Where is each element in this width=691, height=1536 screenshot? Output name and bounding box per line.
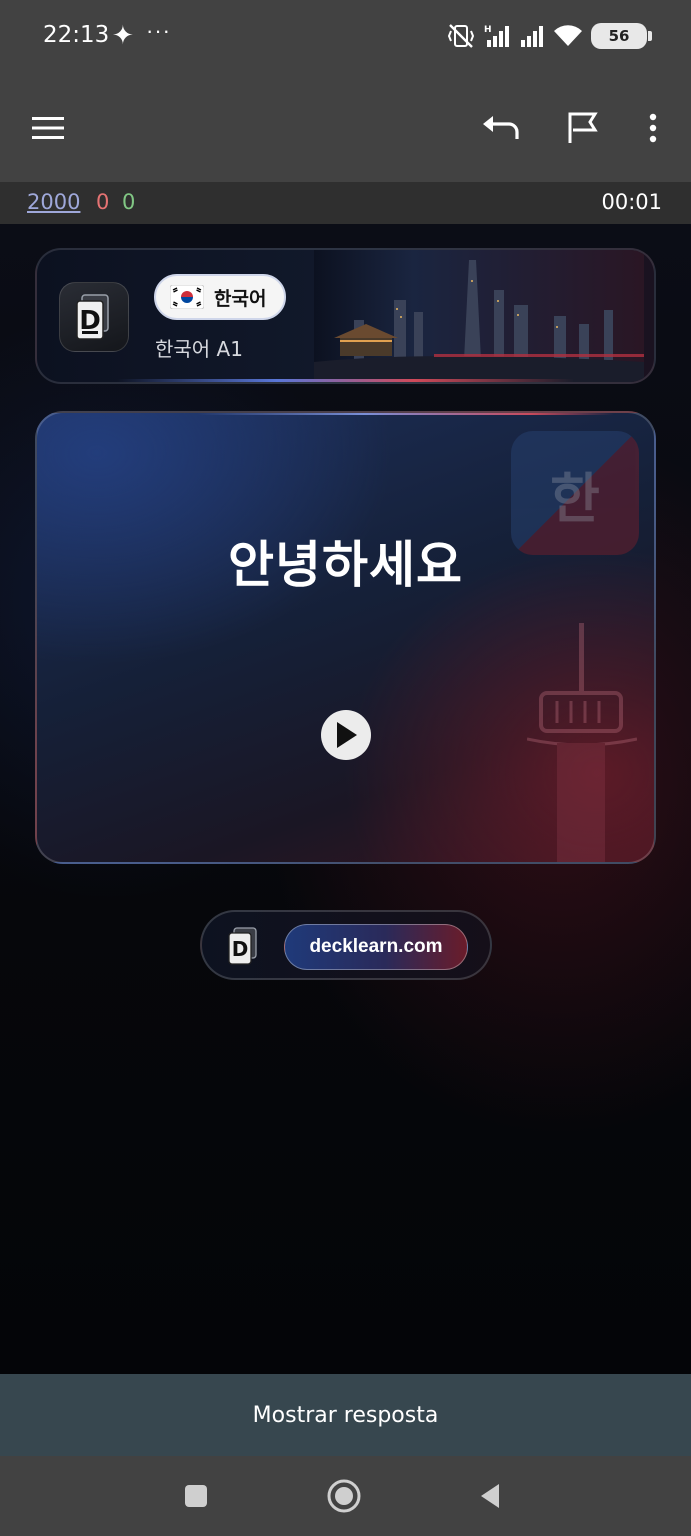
undo-icon[interactable]	[470, 98, 530, 158]
branding-footer: D decklearn.com	[200, 910, 492, 980]
app-toolbar	[0, 74, 691, 182]
back-triangle-icon[interactable]	[470, 1476, 510, 1516]
language-label: 한국어	[214, 287, 267, 310]
svg-text:D: D	[232, 937, 249, 961]
website-label: decklearn.com	[309, 936, 443, 957]
battery-level: 56	[608, 27, 630, 45]
sparkle-icon: ✦	[112, 20, 134, 50]
system-nav-bar	[0, 1456, 691, 1536]
deck-subtitle: 한국어 A1	[155, 337, 243, 361]
status-icons: H 56	[447, 22, 652, 50]
show-answer-label: Mostrar resposta	[252, 1402, 439, 1428]
watermark-glyph: 한	[550, 466, 600, 530]
decklearn-small-logo: D	[228, 927, 257, 965]
flashcard-front[interactable]: 한 안녕하세요	[35, 411, 656, 864]
hamburger-menu-icon[interactable]	[18, 98, 78, 158]
header-accent-line	[117, 379, 574, 382]
show-answer-button[interactable]: Mostrar resposta	[0, 1374, 691, 1456]
card-front-text: 안녕하세요	[228, 536, 463, 594]
review-count: 0	[122, 190, 136, 214]
svg-text:H: H	[484, 25, 492, 35]
play-audio-button[interactable]	[321, 710, 371, 760]
card-accent-line	[197, 413, 614, 415]
signal-h-icon: H	[484, 25, 509, 47]
status-bar: 22:13 ✦ ··· H 56	[0, 0, 691, 74]
wifi-icon	[554, 25, 582, 46]
battery-indicator: 56	[591, 23, 652, 49]
more-vertical-icon[interactable]	[623, 98, 683, 158]
signal-icon	[521, 26, 543, 47]
status-more-indicator: ···	[146, 18, 171, 43]
recents-square-icon[interactable]	[176, 1476, 216, 1516]
play-icon	[337, 722, 357, 748]
vibrate-off-icon	[447, 24, 475, 48]
learning-count: 0	[96, 190, 110, 214]
home-circle-icon[interactable]	[324, 1476, 364, 1516]
deck-header-card: D 한국어 한국어 A1	[35, 248, 656, 384]
seoul-skyline-image	[314, 250, 644, 382]
counts-bar: 2000 0 0 00:01	[0, 182, 691, 224]
korea-flag-icon	[170, 285, 204, 309]
new-count[interactable]: 2000	[27, 190, 80, 214]
card-content-area: D 한국어 한국어 A1 한 안녕하세요 D decklearn.com	[0, 224, 691, 1374]
website-link[interactable]: decklearn.com	[284, 924, 468, 970]
language-pill: 한국어	[154, 274, 287, 320]
status-time: 22:13	[43, 22, 110, 48]
card-timer: 00:01	[601, 190, 662, 214]
flag-icon[interactable]	[553, 98, 613, 158]
decklearn-logo: D	[59, 282, 129, 352]
namsan-tower-image	[527, 623, 637, 862]
